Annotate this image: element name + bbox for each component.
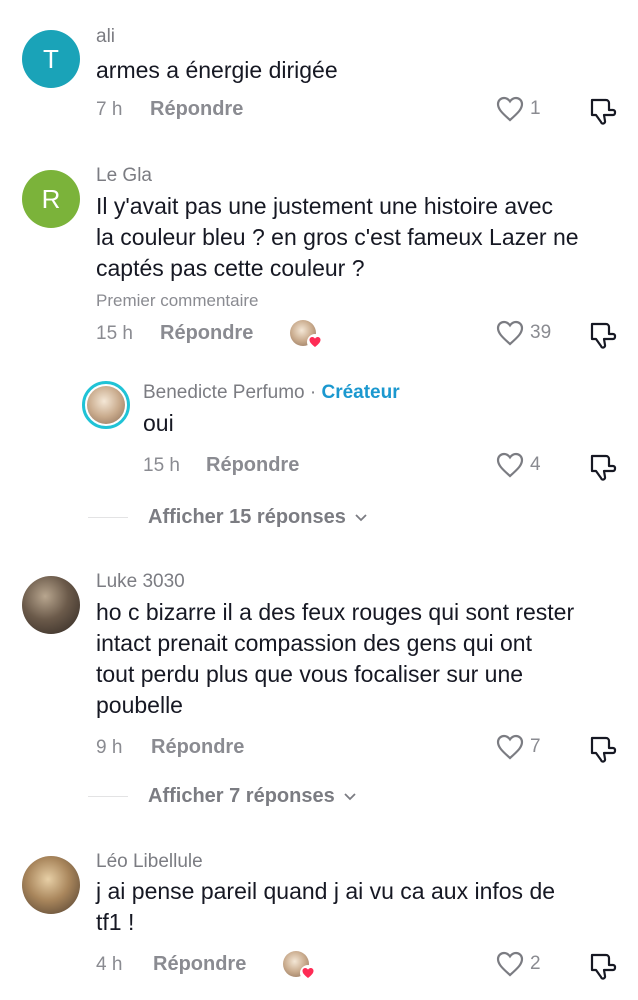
avatar[interactable] <box>22 856 80 914</box>
like-button[interactable]: 7 <box>496 734 541 760</box>
comment-time: 4 h <box>96 954 123 975</box>
creator-avatar[interactable] <box>82 381 130 429</box>
view-replies-button[interactable]: Afficher 7 réponses <box>88 785 357 808</box>
view-replies-label: Afficher 15 réponses <box>148 506 346 528</box>
comment-text: ho c bizarre il a des feux rouges qui so… <box>96 597 621 721</box>
comment-username[interactable]: Le Gla <box>96 165 152 187</box>
like-count: 1 <box>530 98 541 119</box>
reply-button[interactable]: Répondre <box>153 953 246 976</box>
dislike-icon[interactable] <box>588 451 618 481</box>
heart-icon <box>496 320 524 346</box>
avatar-letter: T <box>43 43 59 74</box>
reply-text: oui <box>143 410 174 436</box>
heart-icon <box>496 951 524 977</box>
chevron-down-icon <box>344 792 356 800</box>
comment-time: 7 h <box>96 99 123 120</box>
comment-text-line: ho c bizarre il a des feux rouges qui so… <box>96 599 575 625</box>
divider-line <box>88 796 128 797</box>
comment-time: 15 h <box>96 323 133 344</box>
like-button[interactable]: 4 <box>496 452 541 478</box>
reply-button[interactable]: Répondre <box>151 736 244 759</box>
comment-text-line: tf1 ! <box>96 909 135 935</box>
comment-text-line: j ai pense pareil quand j ai vu ca aux i… <box>96 878 556 904</box>
comment-username[interactable]: Léo Libellule <box>96 851 203 873</box>
divider-line <box>88 517 128 518</box>
heart-icon <box>300 965 316 981</box>
comment-text: armes a énergie dirigée <box>96 57 338 83</box>
like-button[interactable]: 1 <box>496 96 541 122</box>
avatar[interactable] <box>22 576 80 634</box>
heart-icon <box>496 96 524 122</box>
comment-text-line: tout perdu plus que vous focaliser sur u… <box>96 661 524 687</box>
dislike-icon[interactable] <box>588 95 618 125</box>
creator-liked-badge <box>283 951 316 981</box>
view-replies-button[interactable]: Afficher 15 réponses <box>88 506 368 529</box>
comment-username[interactable]: Luke 3030 <box>96 571 185 593</box>
like-button[interactable]: 39 <box>496 320 551 346</box>
comment-text-line: Il y'avait pas une justement une histoir… <box>96 193 553 219</box>
avatar[interactable]: T <box>22 30 80 88</box>
comment-text-line: intact prenait compassion des gens qui o… <box>96 630 532 656</box>
avatar[interactable]: R <box>22 170 80 228</box>
reply-username-text: Benedicte Perfumo <box>143 382 305 403</box>
creator-liked-badge <box>290 320 323 350</box>
comment-text: Il y'avait pas une justement une histoir… <box>96 191 621 284</box>
comment-time: 9 h <box>96 737 123 758</box>
comment-text-line: captés pas cette couleur ? <box>96 255 365 281</box>
avatar-letter: R <box>41 183 61 214</box>
comment-text: j ai pense pareil quand j ai vu ca aux i… <box>96 876 621 938</box>
like-count: 39 <box>530 322 552 343</box>
creator-badge: Créateur <box>321 382 400 403</box>
separator: · <box>304 382 322 403</box>
dislike-icon[interactable] <box>588 733 618 763</box>
comment-text-line: poubelle <box>96 692 183 718</box>
reply-button[interactable]: Répondre <box>160 322 253 345</box>
reply-username[interactable]: Benedicte Perfumo · Créateur <box>143 382 400 404</box>
comment-text-line: la couleur bleu ? en gros c'est fameux L… <box>96 224 579 250</box>
reply-time: 15 h <box>143 455 180 476</box>
heart-icon <box>496 452 524 478</box>
chevron-down-icon <box>355 513 367 521</box>
comment-username[interactable]: ali <box>96 26 115 48</box>
reply-button[interactable]: Répondre <box>206 454 299 477</box>
like-count: 7 <box>530 736 541 757</box>
like-count: 2 <box>530 953 541 974</box>
dislike-icon[interactable] <box>588 950 618 980</box>
heart-icon <box>307 334 323 350</box>
view-replies-label: Afficher 7 réponses <box>148 785 335 807</box>
heart-icon <box>496 734 524 760</box>
dislike-icon[interactable] <box>588 319 618 349</box>
like-count: 4 <box>530 454 541 475</box>
like-button[interactable]: 2 <box>496 951 541 977</box>
reply-button[interactable]: Répondre <box>150 98 243 121</box>
first-comment-label: Premier commentaire <box>96 291 259 310</box>
